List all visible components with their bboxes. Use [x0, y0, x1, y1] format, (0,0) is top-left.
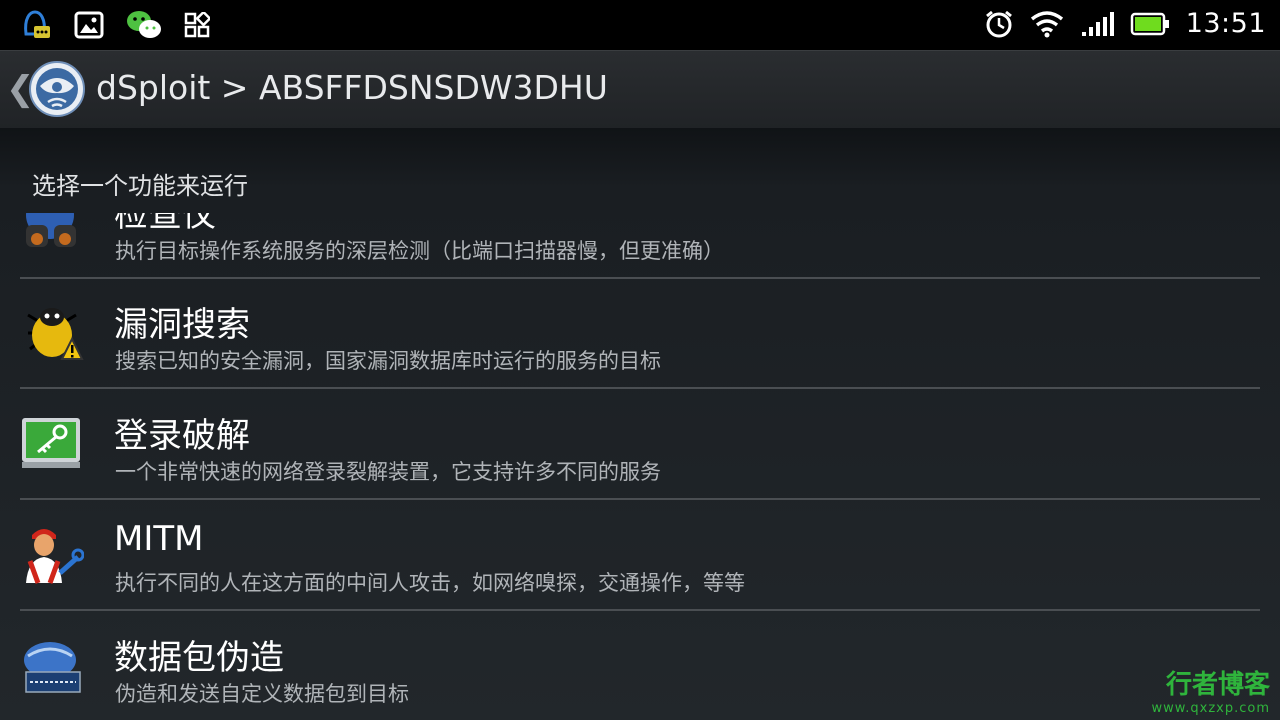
divider	[20, 609, 1260, 611]
network-packet-icon	[24, 642, 81, 693]
bug-warning-icon	[27, 308, 84, 360]
item-description: 伪造和发送自定义数据包到目标	[115, 682, 409, 706]
gallery-icon	[74, 11, 104, 39]
section-header: 选择一个功能来运行	[32, 172, 248, 200]
apps-icon	[184, 12, 210, 38]
signal-icon	[1081, 11, 1114, 36]
main-content: 选择一个功能来运行 检查仪 执行目标操作系统服务的深层检测（比端口扫描器慢，但更…	[0, 128, 1280, 720]
item-title: 数据包伪造	[114, 638, 284, 678]
page-title: dSploit > ABSFFDSNSDW3DHU	[96, 68, 608, 107]
item-title: MITM	[114, 519, 204, 559]
list-item-mitm[interactable]: MITM 执行不同的人在这方面的中间人攻击，如网络嗅探，交通操作，等等	[20, 501, 1260, 611]
action-bar: ❮ dSploit > ABSFFDSNSDW3DHU	[0, 50, 1280, 129]
item-description: 一个非常快速的网络登录裂解装置，它支持许多不同的服务	[115, 460, 661, 484]
wechat-icon	[127, 11, 161, 38]
watermark-url: www.qxzxp.com	[1151, 701, 1270, 716]
battery-icon	[1130, 12, 1169, 35]
divider	[20, 387, 1260, 389]
item-description: 搜索已知的安全漏洞，国家漏洞数据库时运行的服务的目标	[115, 349, 661, 373]
notification-icons	[18, 8, 210, 42]
key-screen-icon	[22, 418, 80, 468]
qq-icon	[24, 10, 50, 38]
item-description: 执行不同的人在这方面的中间人攻击，如网络嗅探，交通操作，等等	[115, 571, 745, 595]
item-title: 登录破解	[114, 416, 250, 456]
dsploit-logo-icon[interactable]	[28, 60, 86, 118]
alarm-icon	[985, 10, 1012, 37]
list-item-packet-forger[interactable]: 数据包伪造 伪造和发送自定义数据包到目标	[20, 612, 1260, 720]
plugin-list[interactable]: 检查仪 执行目标操作系统服务的深层检测（比端口扫描器慢，但更准确） 漏洞搜索 搜…	[0, 213, 1280, 720]
system-icons: 13:51	[984, 8, 1266, 39]
binoculars-globe-icon	[26, 213, 76, 247]
divider	[20, 498, 1260, 500]
list-item-vuln-finder[interactable]: 漏洞搜索 搜索已知的安全漏洞，国家漏洞数据库时运行的服务的目标	[20, 279, 1260, 389]
item-title: 漏洞搜索	[114, 305, 250, 345]
list-item-inspector[interactable]: 检查仪 执行目标操作系统服务的深层检测（比端口扫描器慢，但更准确）	[20, 213, 1260, 279]
clock: 13:51	[1185, 8, 1266, 39]
watermark: 行者博客 www.qxzxp.com	[1152, 664, 1270, 716]
mechanic-icon	[26, 529, 84, 584]
item-description: 执行目标操作系统服务的深层检测（比端口扫描器慢，但更准确）	[115, 239, 724, 263]
status-bar: 13:51	[0, 0, 1280, 50]
list-item-login-cracker[interactable]: 登录破解 一个非常快速的网络登录裂解装置，它支持许多不同的服务	[20, 390, 1260, 500]
watermark-title: 行者博客	[1165, 670, 1270, 700]
wifi-icon	[1030, 10, 1063, 37]
item-title: 检查仪	[114, 213, 216, 235]
